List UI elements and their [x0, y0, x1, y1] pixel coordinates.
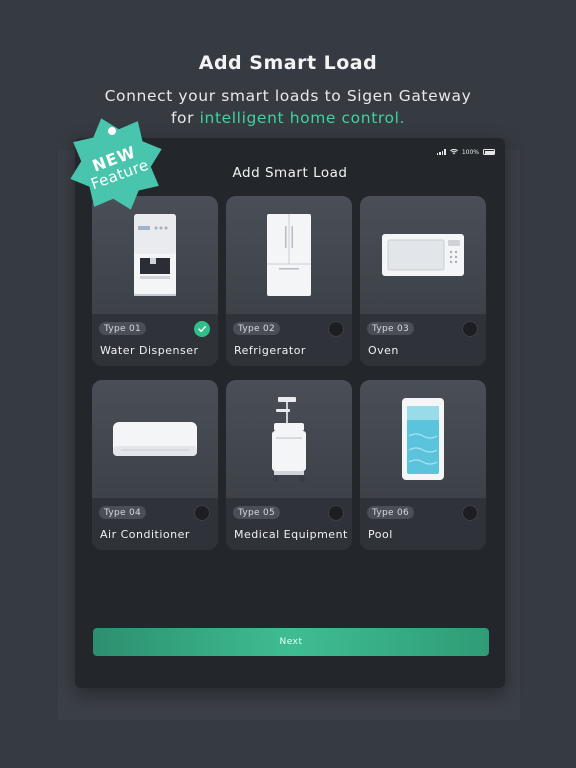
type-pill: Type 06 — [367, 506, 415, 519]
card-info: Type 04 Air Conditioner — [92, 498, 218, 550]
signal-icon — [436, 149, 446, 155]
type-pill: Type 03 — [367, 322, 415, 335]
headline: Add Smart Load — [198, 52, 378, 74]
card-image — [360, 196, 486, 314]
card-label: Water Dispenser — [100, 344, 199, 357]
card-refrigerator[interactable]: Type 02 Refrigerator — [226, 196, 352, 366]
smart-load-grid: Type 01 Water Dispenser Type 02 Refriger… — [92, 196, 486, 550]
battery-icon — [483, 149, 495, 155]
subheadline-prefix: for — [170, 109, 200, 127]
card-image — [226, 196, 352, 314]
card-info: Type 03 Oven — [360, 314, 486, 366]
new-feature-badge: NEW Feature — [60, 108, 172, 220]
radio-button[interactable] — [194, 505, 210, 521]
oven-icon — [382, 234, 464, 276]
subheadline-accent: intelligent home control. — [199, 109, 406, 127]
refrigerator-icon — [267, 214, 311, 296]
card-pool[interactable]: Type 06 Pool — [360, 380, 486, 550]
card-medical-equipment[interactable]: Type 05 Medical Equipment — [226, 380, 352, 550]
card-label: Refrigerator — [234, 344, 306, 357]
battery-percent: 100% — [461, 148, 479, 156]
type-pill: Type 05 — [233, 506, 281, 519]
type-pill: Type 04 — [99, 506, 147, 519]
device-screen: 100% Add Smart Load Type 01 Water Dispen… — [75, 138, 505, 688]
card-image — [226, 380, 352, 498]
radio-button[interactable] — [462, 505, 478, 521]
card-info: Type 02 Refrigerator — [226, 314, 352, 366]
card-label: Medical Equipment — [234, 528, 348, 541]
card-image — [360, 380, 486, 498]
wifi-icon — [449, 149, 458, 155]
card-air-conditioner[interactable]: Type 04 Air Conditioner — [92, 380, 218, 550]
radio-button[interactable] — [328, 505, 344, 521]
subheadline-line-1: Connect your smart loads to Sigen Gatewa… — [104, 87, 472, 105]
water-dispenser-icon — [134, 214, 176, 296]
radio-button[interactable] — [328, 321, 344, 337]
card-label: Oven — [368, 344, 399, 357]
card-oven[interactable]: Type 03 Oven — [360, 196, 486, 366]
card-label: Pool — [368, 528, 393, 541]
card-info: Type 05 Medical Equipment — [226, 498, 352, 550]
status-bar: 100% — [436, 147, 495, 157]
type-pill: Type 01 — [99, 322, 147, 335]
pool-icon — [402, 398, 444, 480]
type-pill: Type 02 — [233, 322, 281, 335]
radio-button[interactable] — [462, 321, 478, 337]
next-button[interactable]: Next — [93, 628, 489, 656]
card-info: Type 01 Water Dispenser — [92, 314, 218, 366]
air-conditioner-icon — [113, 422, 197, 456]
card-info: Type 06 Pool — [360, 498, 486, 550]
card-label: Air Conditioner — [100, 528, 190, 541]
selected-check-icon[interactable] — [194, 321, 210, 337]
medical-equipment-icon — [272, 397, 306, 482]
card-image — [92, 380, 218, 498]
